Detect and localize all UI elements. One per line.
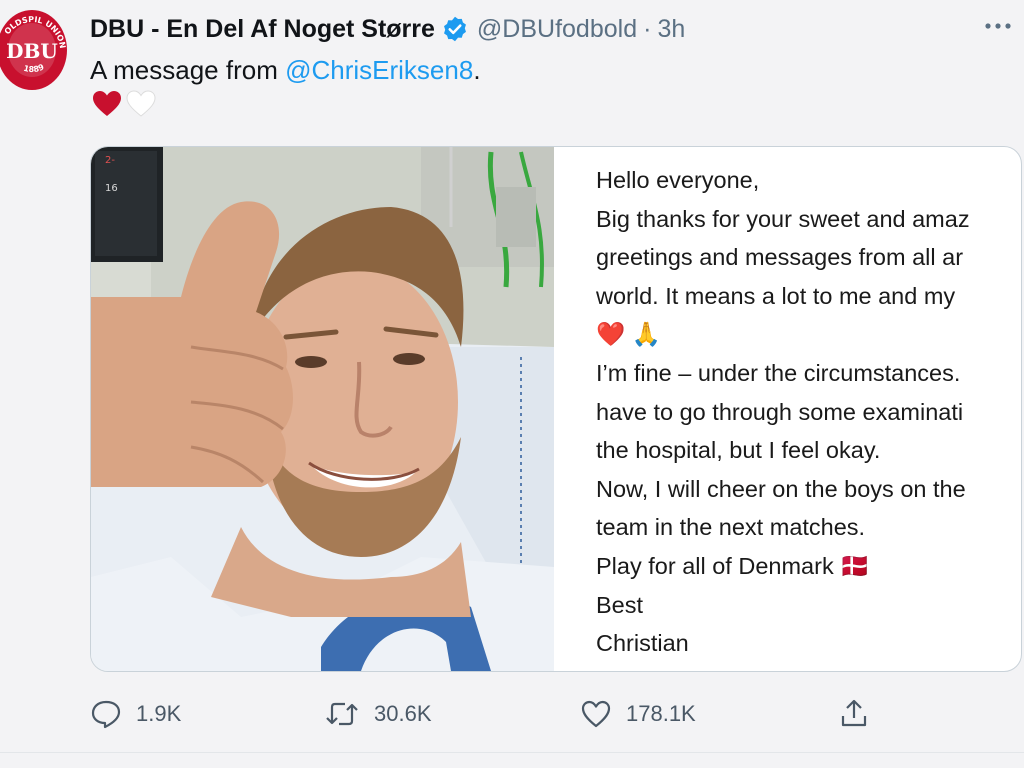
tweet-header: DBU - En Del Af Noget Større @DBUfodbold… <box>90 12 685 46</box>
emoji-hearts <box>92 90 156 118</box>
retweet-count: 30.6K <box>374 701 432 726</box>
retweet-icon <box>326 702 358 726</box>
like-heart-icon <box>581 700 611 728</box>
tweet: OLDSPIL UNION DBU 1889 DBU - En Del Af N… <box>0 0 1024 768</box>
share-button[interactable] <box>838 696 884 732</box>
more-options-icon[interactable] <box>982 14 1014 38</box>
reply-count: 1.9K <box>136 701 182 726</box>
like-button[interactable]: 178.1K <box>580 696 696 732</box>
like-count: 178.1K <box>626 701 696 726</box>
letter-line: greetings and messages from all ar <box>596 244 964 271</box>
display-name[interactable]: DBU - En Del Af Noget Større <box>90 15 435 44</box>
handle[interactable]: @DBUfodbold <box>477 15 637 44</box>
letter-line: Big thanks for your sweet and amaz <box>596 205 970 232</box>
letter-line: I’m fine – under the circumstances. <box>596 359 961 386</box>
separator-dot: · <box>643 14 652 43</box>
verified-badge-icon <box>443 16 466 42</box>
letter-line: Now, I will cheer on the boys on the <box>596 475 966 502</box>
tweet-text-prefix: A message from <box>90 55 286 85</box>
red-heart-icon <box>93 91 121 116</box>
dbu-avatar[interactable]: OLDSPIL UNION DBU 1889 <box>0 4 70 96</box>
letter-line: Hello everyone, <box>596 167 760 193</box>
mention-link[interactable]: @ChrisEriksen8 <box>285 55 473 85</box>
letter-line: Christian <box>596 630 689 657</box>
tweet-divider <box>0 752 1024 753</box>
letter-text: Hello everyone, Big thanks for your swee… <box>596 161 1016 663</box>
reply-icon <box>91 700 121 729</box>
timestamp[interactable]: 3h <box>657 15 685 44</box>
reply-button[interactable]: 1.9K <box>90 696 181 732</box>
letter-line: the hospital, but I feel okay. <box>596 437 881 464</box>
tweet-media[interactable]: 2- 16 Hello everyone, Big thanks for you… <box>90 146 1022 672</box>
avatar-center-text: DBU <box>6 39 58 63</box>
letter-line: world. It means a lot to me and my <box>596 282 956 309</box>
retweet-button[interactable]: 30.6K <box>324 696 432 732</box>
share-icon <box>841 699 867 727</box>
tweet-actions: 1.9K 30.6K 178.1K <box>90 696 1020 732</box>
tweet-text-suffix: . <box>473 55 481 85</box>
monitor-text-num: 16 <box>105 183 118 194</box>
letter-line: team in the next matches. <box>596 514 866 541</box>
tweet-text: A message from @ChrisEriksen8. <box>90 55 481 86</box>
letter-line: have to go through some examinati <box>596 398 964 425</box>
monitor-text-top: 2- <box>105 155 115 166</box>
white-heart-icon <box>126 90 156 117</box>
letter-line: Play for all of Denmark 🇩🇰 <box>596 552 870 579</box>
selfie-photo[interactable]: 2- 16 <box>91 147 554 671</box>
letter-line: ❤️ 🙏 <box>596 321 662 348</box>
letter-line: Best <box>596 591 644 618</box>
